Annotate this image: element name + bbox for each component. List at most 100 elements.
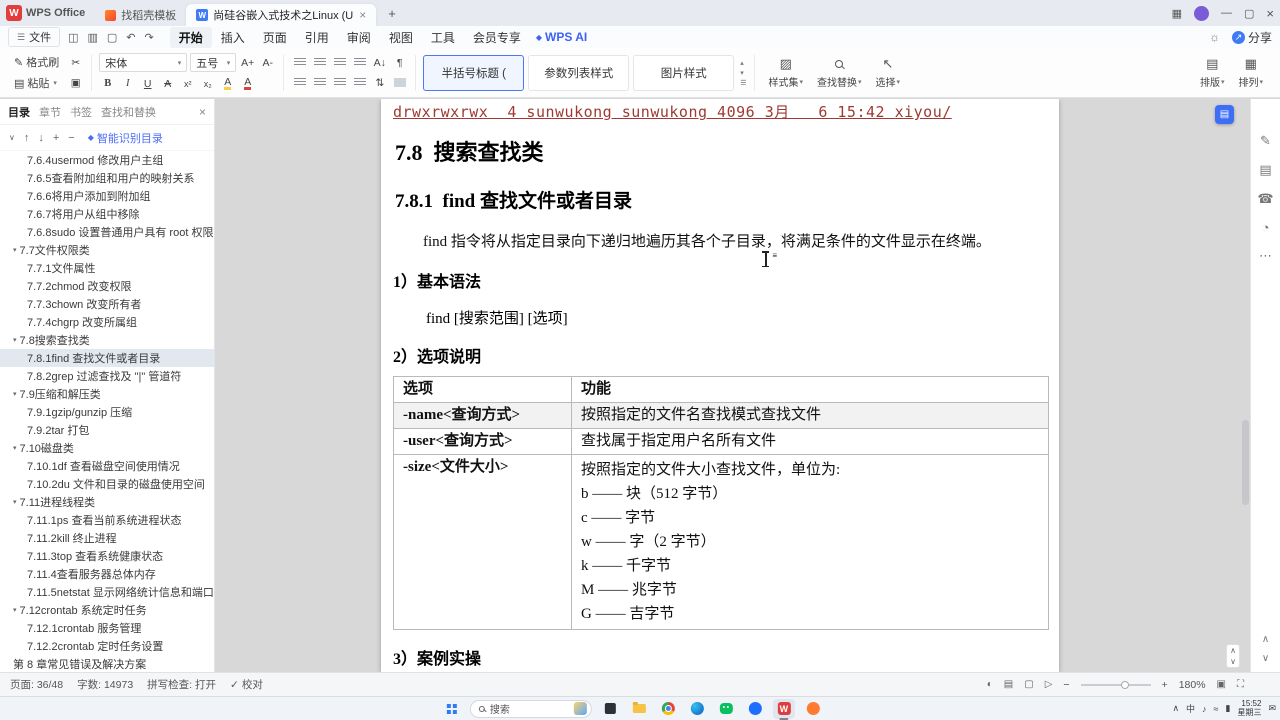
toc-item[interactable]: ▾ 7.12.1crontab 服务管理	[0, 619, 214, 637]
print-icon[interactable]: ▥	[87, 31, 97, 44]
gallery-up-icon[interactable]: ▴	[740, 59, 746, 67]
read-mode-icon[interactable]: ▤	[1004, 679, 1013, 690]
toc-item[interactable]: ▾ 7.12.2crontab 定时任务设置	[0, 637, 214, 655]
home-tab[interactable]: 找稻壳模板	[95, 4, 186, 26]
toc-item[interactable]: ▾ 7.7.2chmod 改变权限	[0, 277, 214, 295]
toc-item[interactable]: ▾ 7.7文件权限类	[0, 241, 214, 259]
play-mode-icon[interactable]: ▷	[1045, 679, 1053, 690]
toc-item[interactable]: ▾ 7.10.2du 文件和目录的磁盘使用空间	[0, 475, 214, 493]
underline-icon[interactable]: U	[139, 75, 156, 92]
decrease-indent-icon[interactable]	[331, 54, 348, 71]
wechat-button[interactable]	[715, 699, 737, 719]
hidden-icons-chevron[interactable]: ∧	[1172, 703, 1179, 714]
toc-item[interactable]: ▾ 7.6.4usermod 修改用户主组	[0, 151, 214, 169]
collapse-arrow-icon[interactable]: ▾	[13, 606, 17, 614]
scrollbar-thumb[interactable]	[1242, 419, 1249, 505]
spellcheck-status[interactable]: 拼写检查: 打开	[147, 677, 216, 692]
italic-icon[interactable]: I	[119, 75, 136, 92]
move-down-icon[interactable]: ↓	[38, 132, 44, 144]
collapse-arrow-icon[interactable]: ▾	[13, 444, 17, 452]
minimize-button[interactable]: —	[1221, 7, 1232, 19]
toc-item[interactable]: ▾ 7.8搜索查找类	[0, 331, 214, 349]
menu-tab[interactable]: 视图	[380, 27, 422, 48]
tips-icon[interactable]: ☼	[1209, 30, 1220, 44]
print-preview-icon[interactable]: ▢	[107, 31, 117, 44]
ime-indicator[interactable]: 中	[1186, 702, 1195, 715]
toc-item[interactable]: ▾ 7.10磁盘类	[0, 439, 214, 457]
apps-grid-icon[interactable]: ▦	[1172, 7, 1182, 20]
bold-icon[interactable]: B	[99, 75, 116, 92]
toc-item[interactable]: ▾ 7.7.1文件属性	[0, 259, 214, 277]
toc-item[interactable]: ▾ 7.9压缩和解压类	[0, 385, 214, 403]
network-icon[interactable]: ≈	[1214, 704, 1219, 714]
toc-item[interactable]: ▾ 7.12crontab 系统定时任务	[0, 601, 214, 619]
toc-item[interactable]: ▾ 7.7.3chown 改变所有者	[0, 295, 214, 313]
format-painter-button[interactable]: ✎ 格式刷	[10, 53, 63, 71]
notes-icon[interactable]: ▤	[1259, 162, 1271, 178]
subscript-icon[interactable]: x₂	[199, 75, 216, 92]
file-explorer-button[interactable]	[628, 699, 650, 719]
toc-item[interactable]: ▾ 7.6.6将用户添加到附加组	[0, 187, 214, 205]
fit-width-icon[interactable]: ▣	[1217, 679, 1226, 690]
proofread-button[interactable]: ✓ 校对	[230, 677, 263, 692]
style-gallery-item[interactable]: 半括号标题 (	[423, 54, 525, 91]
menu-tab[interactable]: 会员专享	[464, 27, 530, 48]
start-button[interactable]	[441, 699, 463, 719]
arrange-button[interactable]: ▦ 排列 ▾	[1231, 56, 1270, 89]
vertical-scrollbar[interactable]	[1241, 99, 1249, 672]
undo-icon[interactable]: ↶	[126, 31, 135, 44]
collapse-arrow-icon[interactable]: ▾	[13, 336, 17, 344]
sort-icon[interactable]: A↓	[371, 54, 388, 71]
bullet-list-icon[interactable]	[291, 54, 308, 71]
close-sidebar-icon[interactable]: ×	[199, 105, 206, 119]
toc-item[interactable]: ▾ 7.11进程线程类	[0, 493, 214, 511]
zoom-out-button[interactable]: −	[1063, 679, 1069, 691]
zoom-in-button[interactable]: +	[1162, 679, 1168, 691]
toc-item[interactable]: ▾ 7.6.5查看附加组和用户的映射关系	[0, 169, 214, 187]
sidebar-tab[interactable]: 目录	[8, 104, 30, 120]
move-up-icon[interactable]: ↑	[24, 132, 30, 144]
more-tools-icon[interactable]: ⋯	[1259, 248, 1272, 264]
menu-tab[interactable]: 页面	[254, 27, 296, 48]
paragraph-mark-icon[interactable]: ¶	[391, 54, 408, 71]
menu-tab[interactable]: 开始	[169, 26, 212, 50]
page-indicator[interactable]: 页面: 36/48	[10, 677, 63, 692]
copy-icon[interactable]: ▣	[67, 74, 84, 91]
shading-icon[interactable]	[391, 74, 408, 91]
menu-tab[interactable]: 工具	[422, 27, 464, 48]
paste-button[interactable]: ▤ 粘贴 ▾	[10, 74, 63, 92]
highlight-color-icon[interactable]: A	[224, 77, 232, 90]
chrome-button[interactable]	[657, 699, 679, 719]
toc-item[interactable]: ▾ 7.9.1gzip/gunzip 压缩	[0, 403, 214, 421]
toc-item[interactable]: ▾ 7.11.5netstat 显示网络统计信息和端口占...	[0, 583, 214, 601]
cut-icon[interactable]: ✂	[67, 54, 84, 71]
smart-toc-button[interactable]: ◆ 智能识别目录	[88, 130, 163, 146]
numbered-list-icon[interactable]	[311, 54, 328, 71]
user-avatar[interactable]	[1194, 5, 1209, 21]
active-panel-icon[interactable]: ▤	[1215, 105, 1234, 124]
justify-icon[interactable]	[351, 74, 368, 91]
toc-item[interactable]: ▾ 7.11.1ps 查看当前系统进程状态	[0, 511, 214, 529]
collapse-arrow-icon[interactable]: ▾	[13, 246, 17, 254]
align-right-icon[interactable]	[331, 74, 348, 91]
history-icon[interactable]: ◔	[1262, 220, 1270, 235]
menu-tab[interactable]: 引用	[296, 27, 338, 48]
pen-icon[interactable]: ✎	[1260, 133, 1271, 149]
align-center-icon[interactable]	[311, 74, 328, 91]
font-color-icon[interactable]: A	[244, 77, 252, 90]
strip-down-icon[interactable]: ∨	[1262, 653, 1269, 664]
wps-logo[interactable]: W WPS Office	[6, 5, 85, 21]
select-button[interactable]: ↖ 选择 ▾	[869, 56, 908, 89]
document-tab[interactable]: W 尚硅谷嵌入式技术之Linux (U ×	[186, 4, 377, 26]
style-gallery-item[interactable]: 参数列表样式	[528, 54, 630, 91]
zoom-slider[interactable]	[1080, 680, 1151, 689]
sidebar-tab[interactable]: 书签	[70, 104, 92, 120]
taskbar-search[interactable]: 搜索	[469, 699, 592, 718]
collapse-arrow-icon[interactable]: ▾	[13, 498, 17, 506]
share-button[interactable]: ↗ 分享	[1231, 29, 1272, 46]
wps-taskbar-button[interactable]: W	[772, 698, 795, 719]
previous-page-button[interactable]: ∧	[1230, 646, 1236, 655]
new-tab-button[interactable]: +	[382, 6, 402, 21]
maximize-button[interactable]: ▢	[1244, 7, 1254, 20]
volume-icon[interactable]: ♪	[1202, 704, 1207, 714]
